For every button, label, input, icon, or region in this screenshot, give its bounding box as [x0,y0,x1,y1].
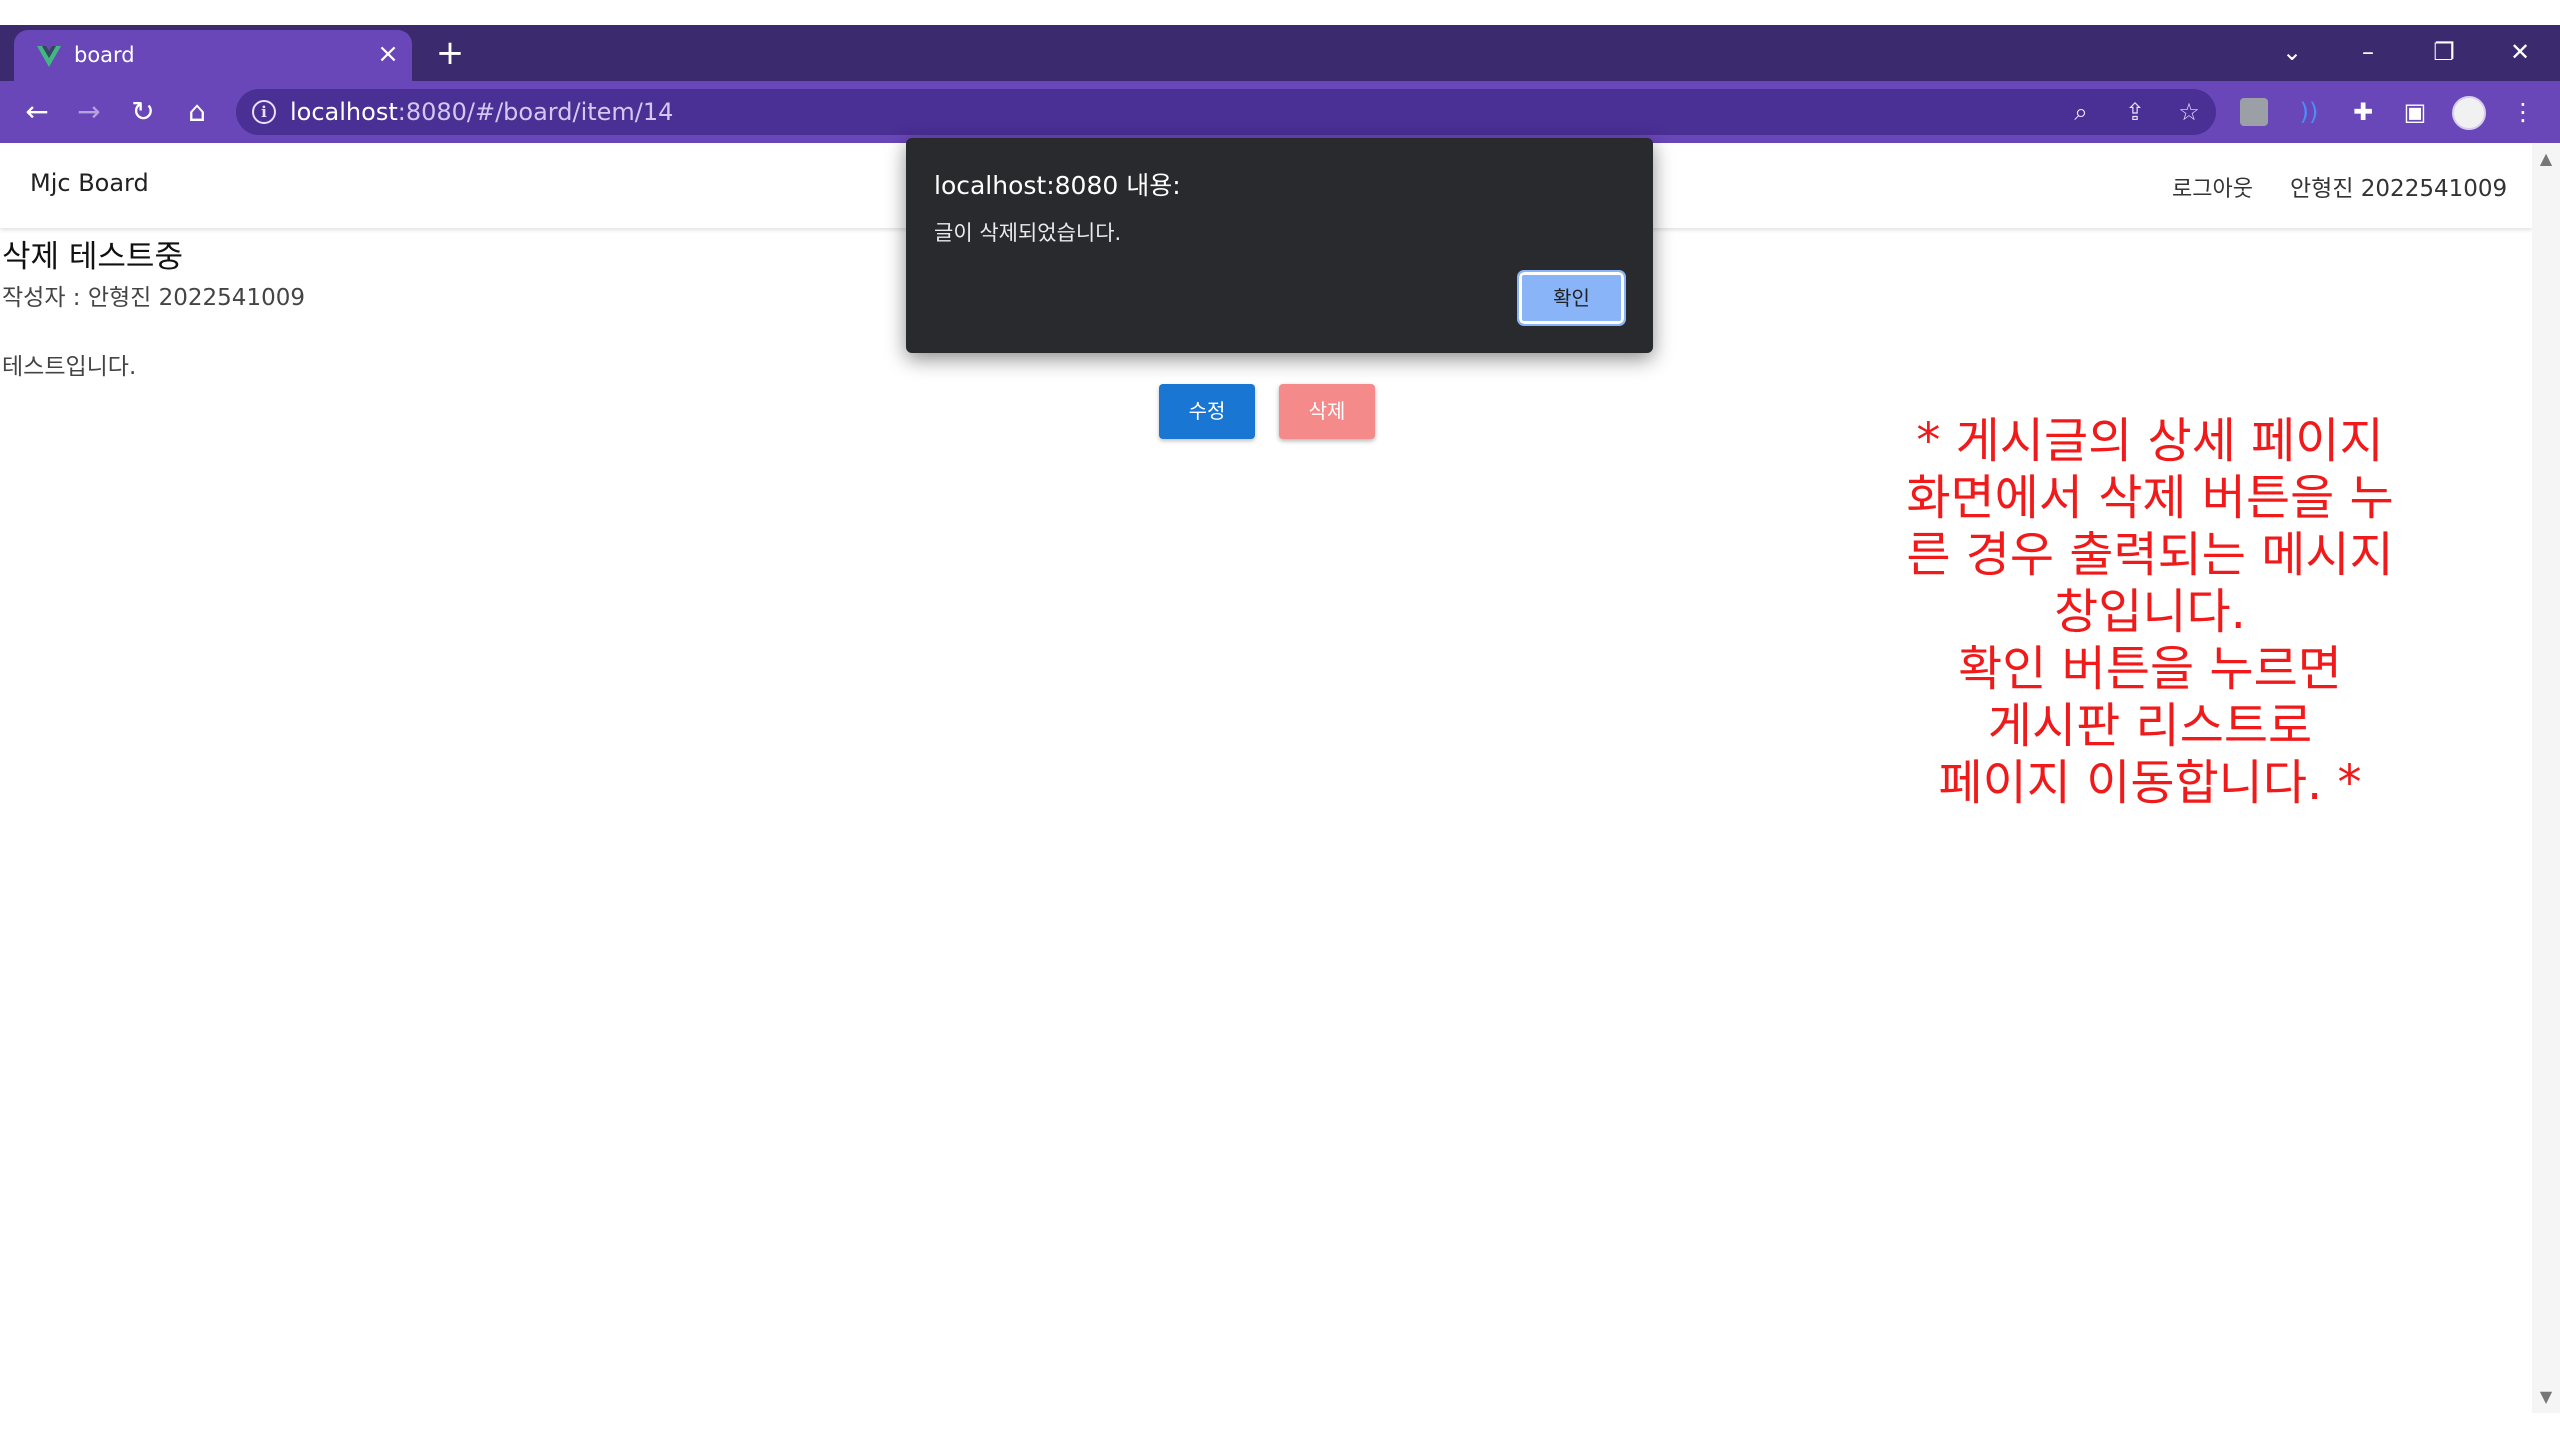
annotation-line: 화면에서 삭제 버튼을 누 [1906,470,2394,526]
dialog-message: 글이 삭제되었습니다. [934,221,1122,245]
restore-icon[interactable]: ❐ [2424,35,2464,69]
browser-tab[interactable]: board × [14,30,412,81]
screen: board × + ⌄ – ❐ ✕ ← → ↻ ⌂ i localhost:80… [0,0,2560,1440]
menu-kebab-icon[interactable]: ⋮ [2506,95,2540,129]
post-title: 삭제 테스트중 [2,239,183,275]
tab-search-icon[interactable]: ⌄ [2272,35,2312,69]
alert-dialog: localhost:8080 내용: 글이 삭제되었습니다. 확인 [906,138,1653,353]
url-text[interactable]: localhost:8080/#/board/item/14 [290,98,673,126]
forward-icon[interactable]: → [72,95,106,129]
logout-link[interactable]: 로그아웃 [2172,171,2253,203]
minimize-icon[interactable]: – [2348,35,2388,69]
user-name: 안형진 2022541009 [2290,176,2508,202]
extensions-puzzle-icon[interactable]: ✚ [2346,95,2380,129]
post-author: 작성자 : 안형진 2022541009 [2,285,305,311]
new-tab-icon[interactable]: + [432,36,468,73]
scroll-down-icon[interactable]: ▼ [2532,1385,2560,1409]
annotation-line: 른 경우 출력되는 메시지 [1906,527,2394,583]
edit-button[interactable]: 수정 [1159,384,1255,439]
bookmark-star-icon[interactable]: ☆ [2174,97,2204,127]
dialog-ok-button[interactable]: 확인 [1517,270,1626,326]
annotation-note: * 게시글의 상세 페이지 화면에서 삭제 버튼을 누 른 경우 출력되는 메시… [1840,413,2460,812]
annotation-line: 게시판 리스트로 [1987,698,2313,754]
reload-icon[interactable]: ↻ [126,95,160,129]
annotation-line: 페이지 이동합니다. * [1938,755,2362,811]
delete-button[interactable]: 삭제 [1279,384,1375,439]
browser-toolbar: ← → ↻ ⌂ i localhost:8080/#/board/item/14… [0,81,2560,143]
extension-audio-icon[interactable]: )) [2292,95,2326,129]
browser-titlebar: board × + ⌄ – ❐ ✕ [0,25,2560,81]
address-bar[interactable]: i localhost:8080/#/board/item/14 ⌕ ⇪ ☆ [236,89,2216,135]
vue-logo-icon [37,46,61,67]
back-icon[interactable]: ← [20,95,54,129]
share-icon[interactable]: ⇪ [2120,97,2150,127]
zoom-icon[interactable]: ⌕ [2066,97,2096,127]
annotation-line: 창입니다. [2054,584,2246,640]
brand-title[interactable]: Mjc Board [30,169,149,197]
page-scrollbar[interactable]: ▲ ▼ [2532,143,2560,1413]
extension-icon[interactable] [2240,98,2268,126]
tab-title: board [74,43,135,67]
window-close-icon[interactable]: ✕ [2500,35,2540,69]
annotation-line: 확인 버튼을 누르면 [1958,641,2342,697]
tab-close-icon[interactable]: × [374,40,402,68]
scroll-up-icon[interactable]: ▲ [2532,147,2560,171]
home-icon[interactable]: ⌂ [180,95,214,129]
side-panel-icon[interactable]: ▣ [2398,95,2432,129]
annotation-line: * 게시글의 상세 페이지 [1916,413,2384,469]
profile-avatar[interactable] [2452,96,2486,130]
post-content: 테스트입니다. [2,354,137,380]
dialog-title: localhost:8080 내용: [934,171,1181,200]
site-info-icon[interactable]: i [252,100,276,124]
